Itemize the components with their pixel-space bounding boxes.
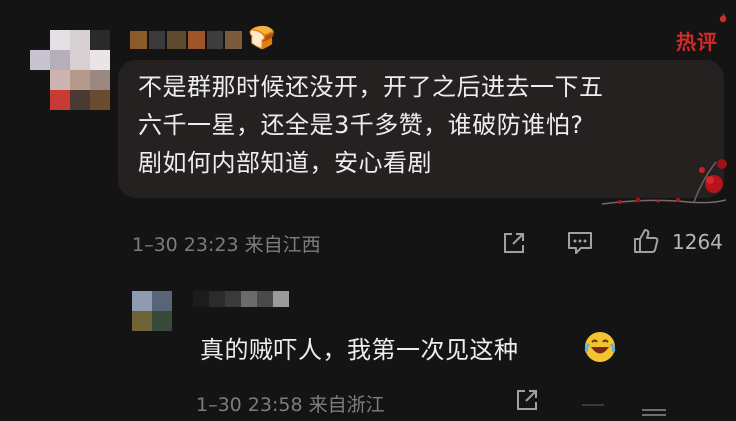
- share-icon[interactable]: [499, 228, 529, 258]
- comment-line: 不是群那时候还没开，开了之后进去一下五: [138, 73, 604, 101]
- reply-username-blurred[interactable]: [193, 291, 289, 307]
- share-icon[interactable]: [512, 385, 542, 415]
- reply-avatar[interactable]: [132, 291, 172, 331]
- thumbs-up-icon[interactable]: [640, 404, 668, 418]
- reply-timestamp-location: 1–30 23:58 来自浙江: [196, 394, 385, 416]
- like-count: 1264: [672, 230, 723, 254]
- comment-line: 六千一星，还全是3千多赞，谁破防谁怕?: [138, 111, 584, 139]
- flame-icon: [719, 13, 727, 23]
- comment-icon[interactable]: [565, 228, 595, 258]
- laughing-crying-emoji-icon: [584, 332, 616, 362]
- bread-emoji-icon: 🍞: [248, 26, 276, 51]
- username-blurred[interactable]: [130, 28, 243, 52]
- reply-text: 真的贼吓人，我第一次见这种: [200, 336, 519, 364]
- hot-comment-badge: 热评: [676, 30, 718, 54]
- avatar[interactable]: [30, 30, 110, 110]
- comment-icon[interactable]: [578, 385, 608, 415]
- comment-timestamp-location: 1–30 23:23 来自江西: [132, 234, 321, 256]
- plum-blossom-decoration: [601, 159, 727, 205]
- thumbs-up-icon[interactable]: [631, 226, 661, 256]
